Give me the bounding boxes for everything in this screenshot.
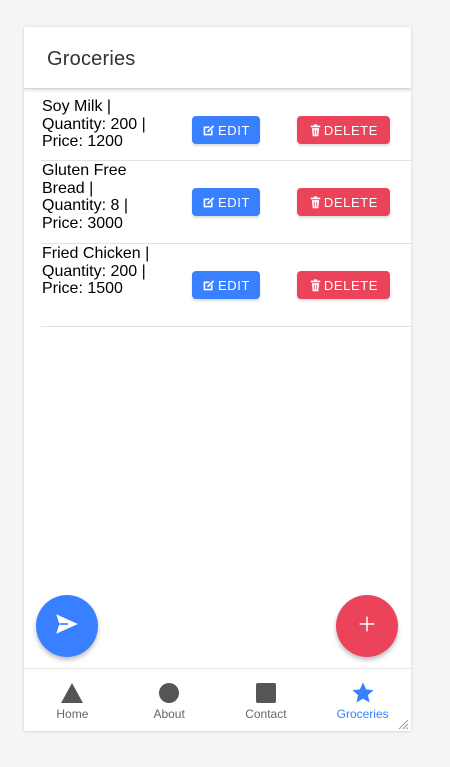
send-fab-button[interactable] (36, 595, 98, 657)
tab-label: Home (56, 707, 89, 721)
circle-icon (157, 681, 181, 705)
edit-label: EDIT (217, 122, 250, 138)
tab-contact[interactable]: Contact (218, 669, 315, 731)
delete-button[interactable]: DELETE (297, 271, 390, 299)
edit-button[interactable]: EDIT (192, 116, 260, 144)
edit-icon (202, 279, 215, 292)
edit-label: EDIT (217, 277, 250, 293)
item-label: Gluten Free Bread | Quantity: 8 | Price:… (42, 162, 128, 232)
trash-icon (309, 123, 322, 137)
edit-button[interactable]: EDIT (192, 188, 260, 216)
trash-icon (309, 278, 322, 292)
tab-bar: Home About Contact Groceries (24, 668, 411, 731)
list-item: Gluten Free Bread | Quantity: 8 | Price:… (41, 161, 411, 244)
edit-label: EDIT (217, 194, 250, 210)
edit-icon (202, 196, 215, 209)
add-icon (356, 613, 378, 640)
grocery-list: Soy Milk | Quantity: 200 | Price: 1200 E… (41, 97, 411, 327)
list-item: Fried Chicken | Quantity: 200 | Price: 1… (41, 244, 411, 327)
tab-label: Groceries (336, 707, 389, 721)
list-item: Soy Milk | Quantity: 200 | Price: 1200 E… (41, 97, 411, 161)
delete-button[interactable]: DELETE (297, 188, 390, 216)
add-fab-button[interactable] (336, 595, 398, 657)
tab-about[interactable]: About (121, 669, 218, 731)
star-icon (351, 681, 375, 705)
delete-button[interactable]: DELETE (297, 116, 390, 144)
app-header: Groceries (24, 27, 411, 89)
item-label: Fried Chicken | Quantity: 200 | Price: 1… (42, 245, 150, 297)
edit-icon (202, 124, 215, 137)
page-title: Groceries (47, 48, 136, 70)
trash-icon (309, 195, 322, 209)
delete-label: DELETE (323, 194, 379, 210)
send-icon (54, 611, 80, 642)
square-icon (254, 681, 278, 705)
delete-label: DELETE (323, 122, 379, 138)
edit-button[interactable]: EDIT (192, 271, 260, 299)
tab-label: Contact (245, 707, 287, 721)
tab-label: About (153, 707, 185, 721)
app-frame: Groceries Soy Milk | Quantity: 200 | Pri… (24, 27, 411, 731)
delete-label: DELETE (323, 277, 379, 293)
resize-grip-icon[interactable] (397, 717, 409, 730)
tab-home[interactable]: Home (24, 669, 121, 731)
triangle-icon (60, 681, 84, 705)
item-label: Soy Milk | Quantity: 200 | Price: 1200 (42, 98, 146, 150)
